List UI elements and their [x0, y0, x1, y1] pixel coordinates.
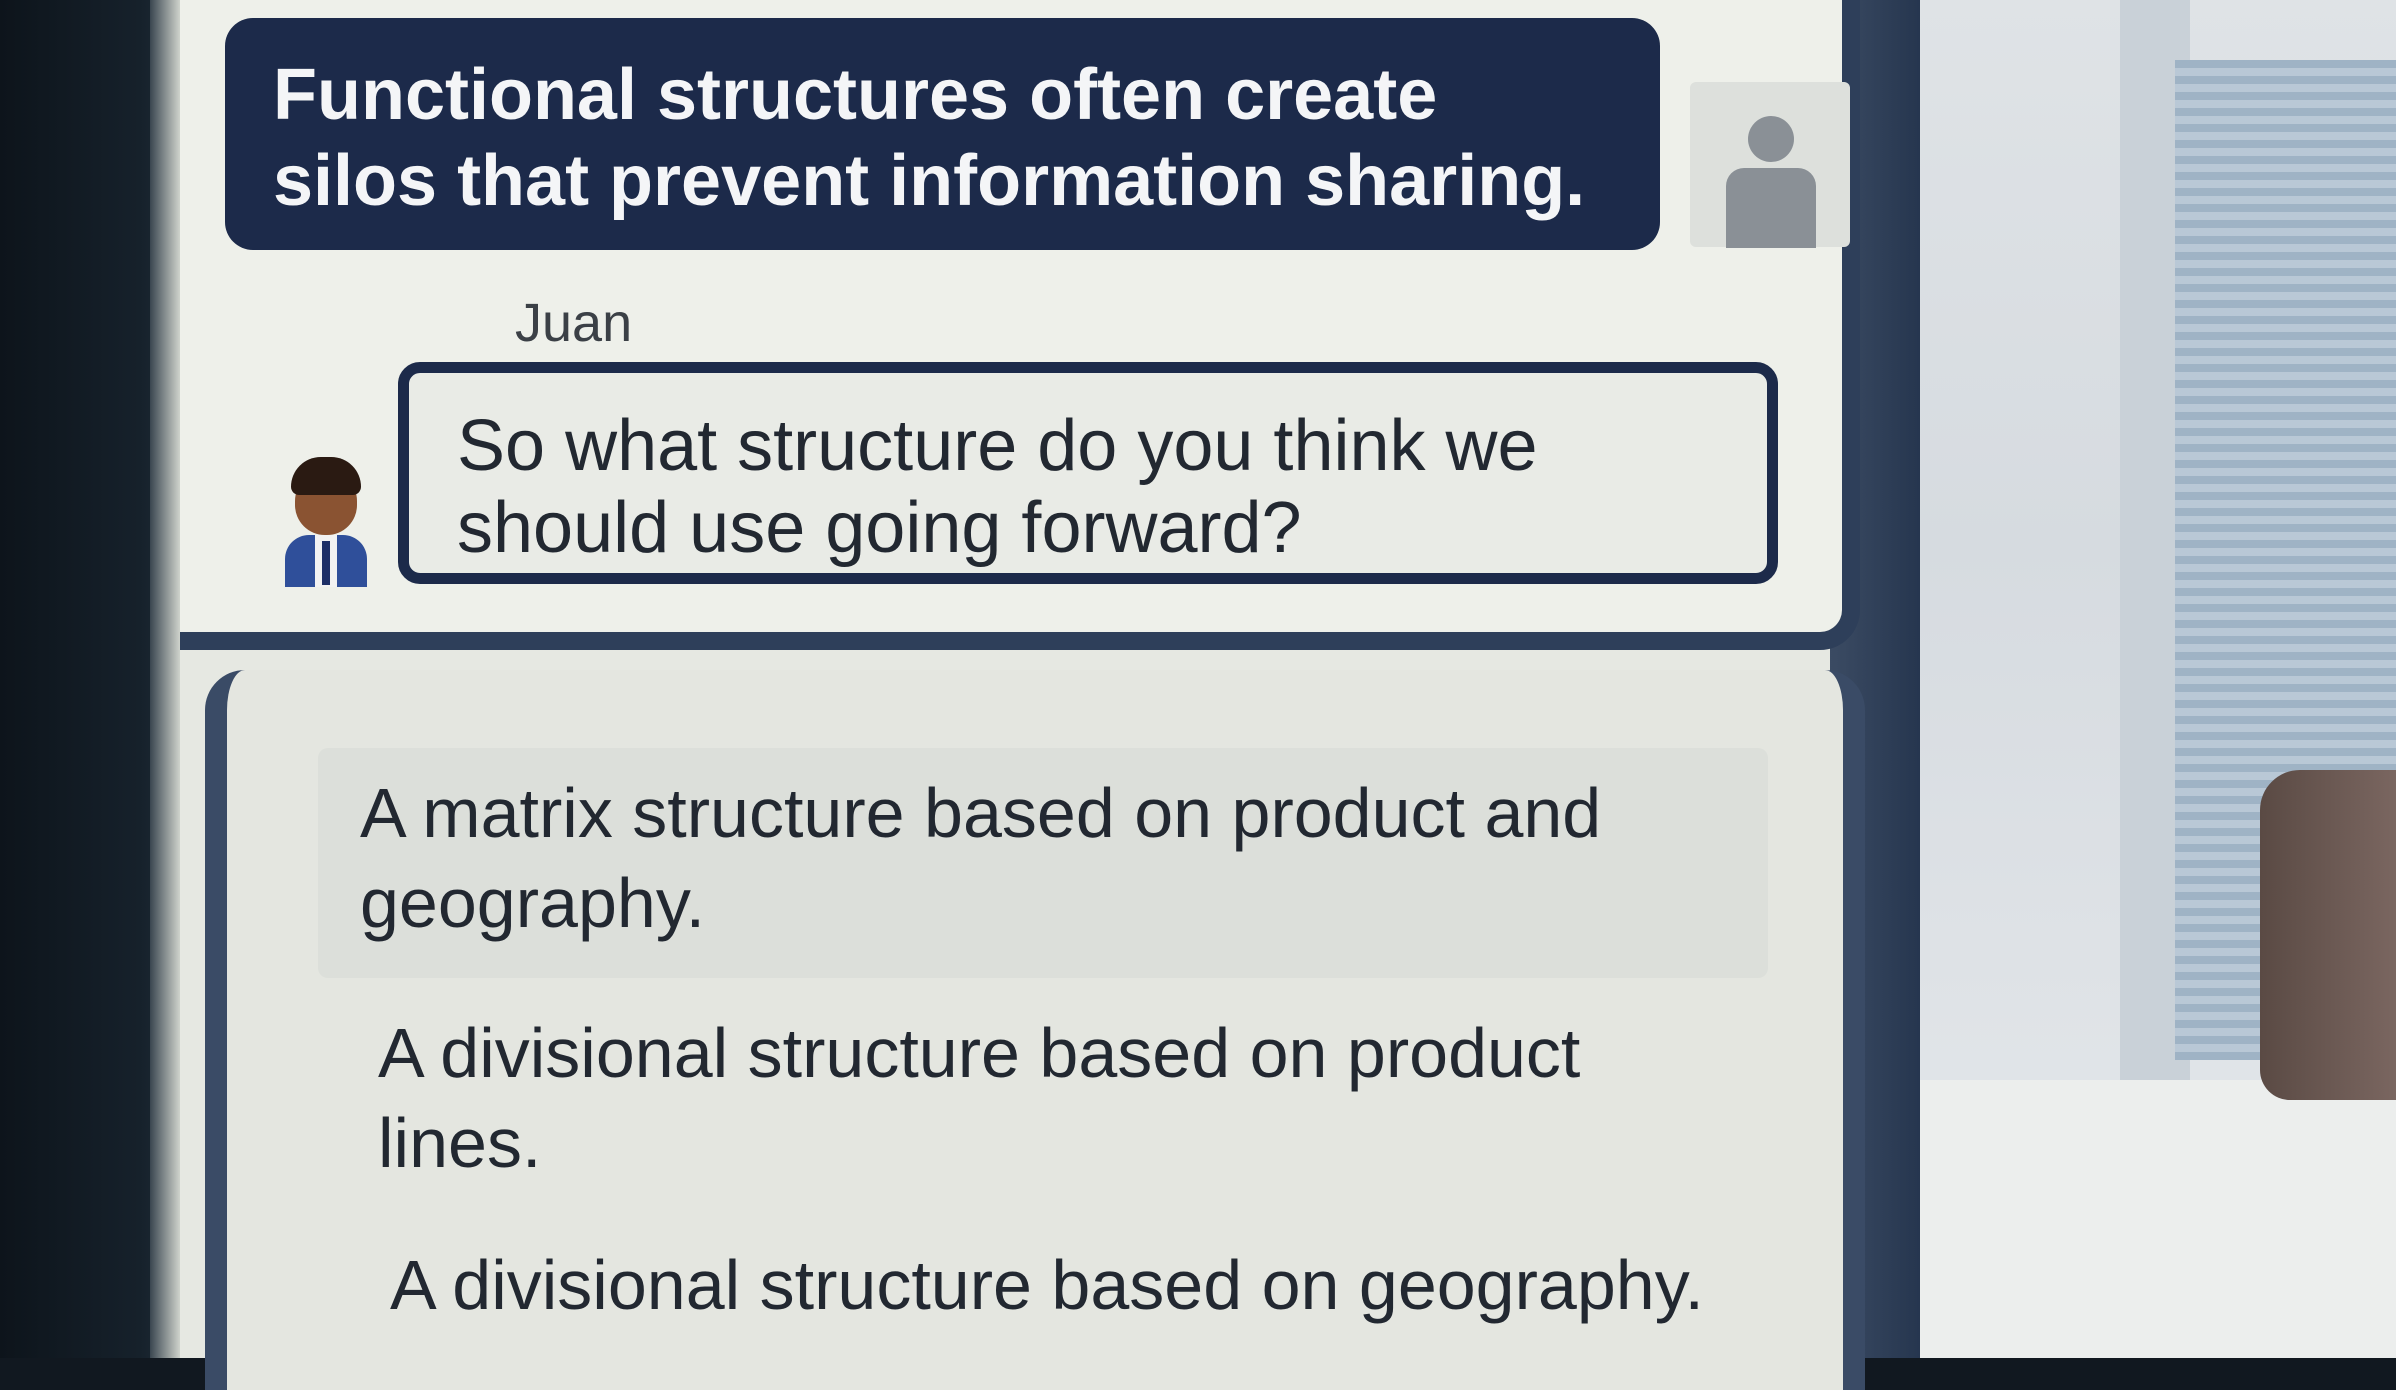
- response-option-1[interactable]: A matrix structure based on product and …: [318, 748, 1768, 978]
- response-option-2[interactable]: A divisional structure based on product …: [378, 1008, 1678, 1188]
- response-option-3[interactable]: A divisional structure based on geograph…: [390, 1240, 1790, 1330]
- speaker-name: Juan: [515, 293, 633, 353]
- avatar-body: [1726, 168, 1816, 248]
- current-message-bubble: So what structure do you think we should…: [398, 362, 1778, 584]
- previous-message-text: Functional structures often create silos…: [273, 55, 1586, 221]
- avatar-tie: [322, 541, 330, 585]
- office-floor: [1920, 1080, 2396, 1358]
- response-option-1-text: A matrix structure based on product and …: [360, 774, 1602, 942]
- previous-message-bubble: Functional structures often create silos…: [225, 18, 1660, 250]
- avatar-hair: [291, 457, 361, 495]
- juan-avatar-icon: [285, 455, 369, 587]
- office-chair: [2260, 770, 2396, 1100]
- avatar-head: [1748, 116, 1794, 162]
- user-avatar-icon: [1690, 82, 1850, 248]
- response-option-3-text: A divisional structure based on geograph…: [390, 1246, 1704, 1324]
- current-message-text: So what structure do you think we should…: [457, 406, 1538, 568]
- response-option-2-text: A divisional structure based on product …: [378, 1014, 1581, 1182]
